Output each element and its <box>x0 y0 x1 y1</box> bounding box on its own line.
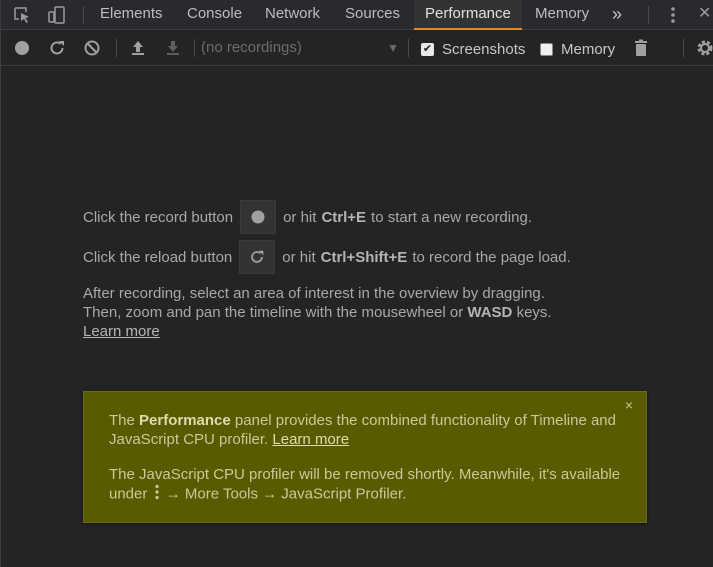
more-tabs-chevron-icon[interactable]: » <box>612 0 622 29</box>
recordings-select-value: (no recordings) <box>201 39 302 56</box>
learn-more-link[interactable]: Learn more <box>83 323 160 340</box>
memory-checkbox[interactable] <box>540 42 553 56</box>
settings-gear-icon[interactable] <box>695 38 713 58</box>
clear-icon[interactable] <box>82 38 102 58</box>
screenshots-toggle[interactable]: ✔ Screenshots <box>421 39 525 59</box>
toolbar-separator <box>116 39 117 57</box>
record-instruction-middle: or hit <box>283 208 317 226</box>
reload-instruction-middle: or hit <box>282 248 316 266</box>
promo-p2-suffix: → More Tools → JavaScript Profiler. <box>165 485 407 503</box>
tab-performance[interactable]: Performance <box>414 0 522 30</box>
reload-instruction-prefix: Click the reload button <box>83 248 233 266</box>
kebab-menu-icon[interactable] <box>663 5 683 25</box>
memory-toggle[interactable]: Memory <box>540 39 615 59</box>
record-instruction-prefix: Click the record button <box>83 208 234 226</box>
memory-label: Memory <box>561 40 616 58</box>
tab-console[interactable]: Console <box>187 0 242 29</box>
promo-paragraph-2: The JavaScript CPU profiler will be remo… <box>109 465 639 505</box>
record-button[interactable] <box>240 200 277 234</box>
toolbar-separator <box>683 39 684 57</box>
timeline-hint-line1: After recording, select an area of inter… <box>83 285 545 302</box>
timeline-hint: After recording, select an area of inter… <box>83 284 683 341</box>
performance-toolbar: (no recordings) ▼ ✔ Screenshots Memory <box>1 30 713 66</box>
inspect-element-icon[interactable] <box>12 5 32 25</box>
reload-button[interactable] <box>239 240 276 274</box>
timeline-hint-line2: Then, zoom and pan the timeline with the… <box>83 303 683 322</box>
tabbar-separator <box>83 6 84 24</box>
save-profile-icon[interactable] <box>163 38 183 58</box>
promo-paragraph-1: The Performance panel provides the combi… <box>109 411 639 449</box>
promo-p1-bold: Performance <box>139 412 231 429</box>
reload-instruction-suffix: to record the page load. <box>412 248 571 266</box>
devtools-window: Elements Console Network Sources Perform… <box>0 0 713 567</box>
toolbar-separator <box>408 39 409 57</box>
wasd-keys: WASD <box>467 304 513 321</box>
screenshots-label: Screenshots <box>442 40 526 58</box>
tab-network[interactable]: Network <box>265 0 320 29</box>
tab-sources[interactable]: Sources <box>345 0 400 29</box>
reload-instruction: Click the reload button or hit Ctrl+Shif… <box>83 240 571 274</box>
screenshots-checkbox[interactable]: ✔ <box>421 42 434 56</box>
chevron-down-icon: ▼ <box>387 41 399 55</box>
promo-p1-prefix: The <box>109 412 135 429</box>
timeline-hint-line2-suffix: keys. <box>516 304 552 321</box>
close-devtools-icon[interactable]: ✕ <box>698 0 711 29</box>
record-instruction-suffix: to start a new recording. <box>371 208 532 226</box>
record-icon[interactable] <box>12 38 32 58</box>
toolbar-separator <box>194 39 195 57</box>
tab-elements[interactable]: Elements <box>100 0 163 29</box>
tabbar-separator <box>648 6 649 24</box>
record-shortcut: Ctrl+E <box>321 208 367 226</box>
reload-shortcut: Ctrl+Shift+E <box>320 248 408 266</box>
timeline-hint-line2-prefix: Then, zoom and pan the timeline with the… <box>83 304 464 321</box>
performance-panel-promo: × The Performance panel provides the com… <box>83 391 647 523</box>
record-instruction: Click the record button or hit Ctrl+E to… <box>83 200 532 234</box>
collect-garbage-trash-icon[interactable] <box>631 38 651 58</box>
load-profile-icon[interactable] <box>128 38 148 58</box>
devtools-tabbar: Elements Console Network Sources Perform… <box>1 0 713 30</box>
reload-record-icon[interactable] <box>47 38 67 58</box>
kebab-menu-icon <box>152 484 162 505</box>
promo-learn-more-link[interactable]: Learn more <box>272 431 349 448</box>
tab-memory[interactable]: Memory <box>535 0 589 29</box>
recordings-select[interactable]: (no recordings) ▼ <box>197 37 403 59</box>
device-toolbar-icon[interactable] <box>47 5 67 25</box>
